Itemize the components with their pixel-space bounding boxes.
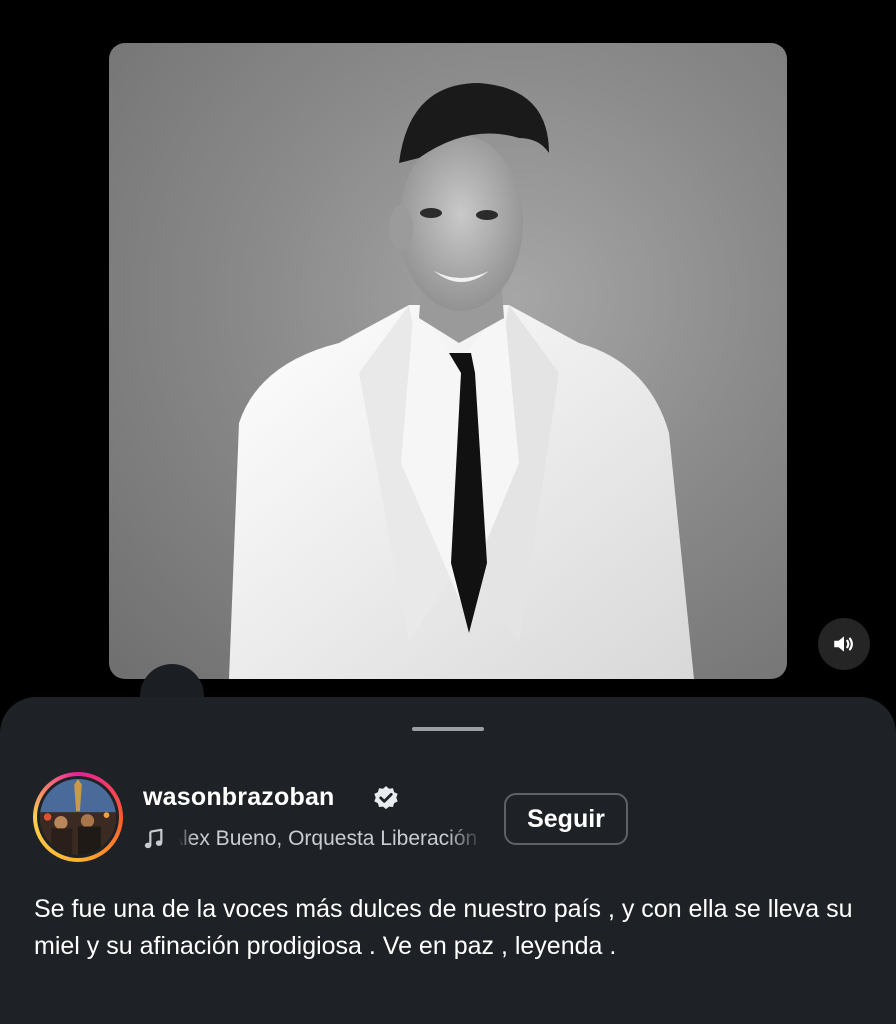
follow-button[interactable]: Seguir xyxy=(504,793,628,845)
post-details-sheet: wasonbrazoban Alex Bueno, Orquesta Liber… xyxy=(0,697,896,1024)
sheet-drag-handle[interactable] xyxy=(412,727,484,731)
sound-toggle-button[interactable] xyxy=(818,618,870,670)
post-caption: Se fue una de la voces más dulces de nue… xyxy=(34,895,853,960)
audio-attribution[interactable]: Alex Bueno, Orquesta Liberación xyxy=(143,824,483,854)
username[interactable]: wasonbrazoban xyxy=(143,783,335,812)
post-media-photo[interactable] xyxy=(109,43,787,679)
volume-icon xyxy=(834,636,853,652)
music-note-icon xyxy=(144,828,163,849)
verified-badge-icon xyxy=(374,786,398,810)
avatar[interactable] xyxy=(40,779,116,855)
portrait-image xyxy=(229,83,694,679)
story-ring[interactable] xyxy=(33,772,123,862)
avatar-image xyxy=(40,779,116,855)
audio-track-name: Alex Bueno, Orquesta Liberación xyxy=(179,827,478,850)
